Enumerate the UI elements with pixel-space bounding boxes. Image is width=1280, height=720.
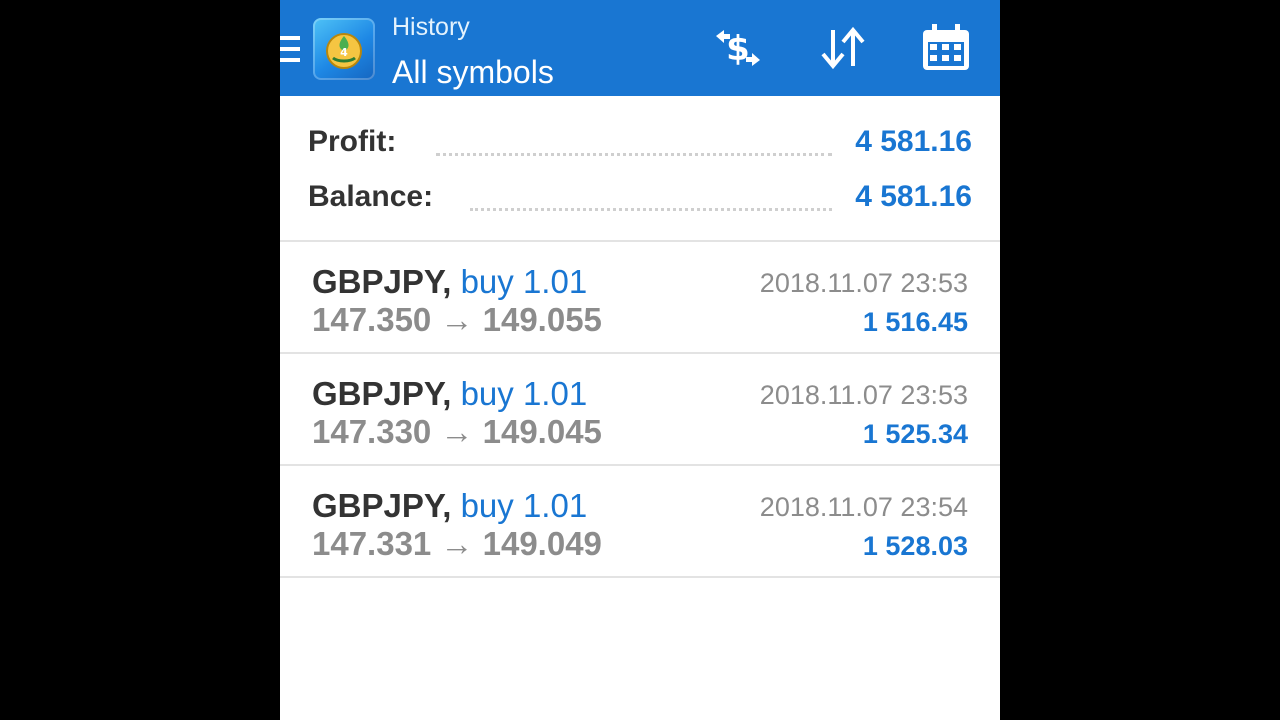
profit-dots-leader bbox=[436, 149, 832, 156]
metatrader-logo-icon[interactable]: 4 bbox=[313, 18, 375, 80]
deal-row[interactable]: GBPJPY, buy 1.01 147.350 → 149.055 2018.… bbox=[280, 242, 1000, 354]
deal-type-volume: buy 1.01 bbox=[460, 487, 588, 524]
deal-time: 2018.11.07 23:53 bbox=[759, 380, 968, 410]
account-summary: Profit: 4 581.16 Balance: 4 581.16 bbox=[280, 96, 1000, 242]
deal-prices: 147.331 → 149.049 bbox=[312, 525, 602, 562]
profit-row: Profit: 4 581.16 bbox=[308, 122, 972, 162]
balance-row: Balance: 4 581.16 bbox=[308, 177, 972, 217]
deal-separator: , bbox=[442, 487, 452, 524]
calendar-icon[interactable] bbox=[918, 22, 974, 74]
deal-profit: 1 516.45 bbox=[862, 307, 968, 337]
deal-separator: , bbox=[442, 263, 452, 300]
deal-symbol: GBPJPY bbox=[312, 375, 443, 412]
deals-list: GBPJPY, buy 1.01 147.350 → 149.055 2018.… bbox=[280, 242, 1000, 578]
deal-prices: 147.350 → 149.055 bbox=[312, 301, 602, 338]
deal-symbol: GBPJPY bbox=[312, 263, 443, 300]
menu-icon-bar-middle bbox=[280, 47, 300, 51]
deal-type-volume: buy 1.01 bbox=[460, 263, 588, 300]
app-bar: 4 History All symbols $ bbox=[280, 0, 1000, 96]
menu-icon[interactable] bbox=[280, 36, 300, 64]
deal-prices: 147.330 → 149.045 bbox=[312, 413, 602, 450]
svg-text:4: 4 bbox=[340, 46, 348, 59]
deal-title: GBPJPY, buy 1.01 bbox=[312, 262, 587, 302]
menu-icon-bar-top bbox=[280, 36, 300, 40]
deal-title: GBPJPY, buy 1.01 bbox=[312, 374, 587, 414]
currency-exchange-icon[interactable]: $ bbox=[710, 22, 766, 74]
deal-profit: 1 528.03 bbox=[862, 531, 968, 561]
deal-time: 2018.11.07 23:53 bbox=[759, 268, 968, 298]
sort-icon[interactable] bbox=[815, 22, 871, 74]
balance-value: 4 581.16 bbox=[855, 180, 972, 213]
deal-row[interactable]: GBPJPY, buy 1.01 147.331 → 149.049 2018.… bbox=[280, 466, 1000, 578]
history-screen: 4 History All symbols $ Profit: 4 581.16… bbox=[280, 0, 1000, 720]
deal-separator: , bbox=[442, 375, 452, 412]
profit-label: Profit: bbox=[308, 125, 397, 158]
deal-title: GBPJPY, buy 1.01 bbox=[312, 486, 587, 526]
balance-label: Balance: bbox=[308, 180, 434, 213]
deal-type-volume: buy 1.01 bbox=[460, 375, 588, 412]
deal-row[interactable]: GBPJPY, buy 1.01 147.330 → 149.045 2018.… bbox=[280, 354, 1000, 466]
balance-dots-leader bbox=[470, 204, 832, 211]
header-subtitle: History bbox=[392, 13, 470, 41]
deal-profit: 1 525.34 bbox=[862, 419, 968, 449]
deal-symbol: GBPJPY bbox=[312, 487, 443, 524]
profit-value: 4 581.16 bbox=[855, 125, 972, 158]
header-title[interactable]: All symbols bbox=[392, 52, 554, 92]
header-titles: History All symbols bbox=[392, 12, 554, 92]
menu-icon-bar-bottom bbox=[280, 58, 300, 62]
deal-time: 2018.11.07 23:54 bbox=[759, 492, 968, 522]
